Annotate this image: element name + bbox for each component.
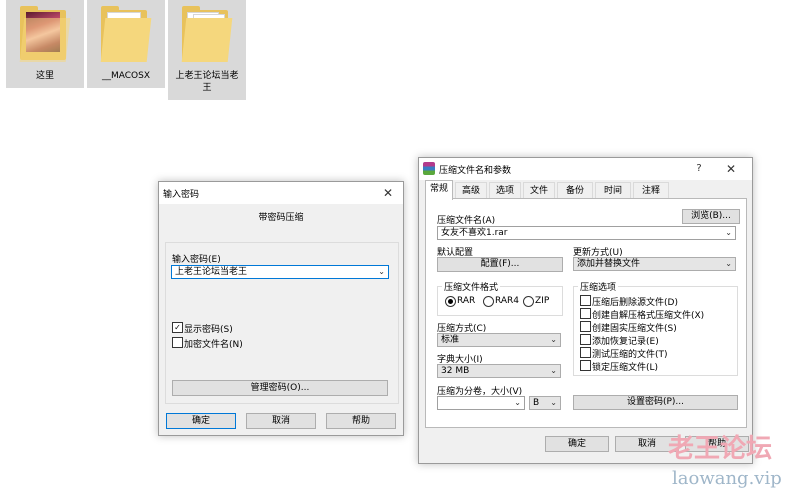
update-mode-select[interactable]: 添加并替换文件 ⌄ xyxy=(573,257,736,271)
option-label: 添加恢复记录(E) xyxy=(592,337,659,347)
option-checkbox[interactable] xyxy=(580,334,591,345)
option-label: 测试压缩的文件(T) xyxy=(592,350,668,360)
format-rar4-label: RAR4 xyxy=(495,296,520,306)
chevron-down-icon[interactable]: ⌄ xyxy=(514,397,521,409)
option-label: 锁定压缩文件(L) xyxy=(592,363,659,373)
format-zip-radio[interactable] xyxy=(523,296,534,307)
browse-button[interactable]: 浏览(B)... xyxy=(682,209,740,224)
option-label: 创建固实压缩文件(S) xyxy=(592,324,677,334)
profiles-button[interactable]: 配置(F)... xyxy=(437,257,563,272)
archive-name-value: 女友不喜欢1.rar xyxy=(441,228,508,238)
desktop-icon-laowang[interactable]: 上老王论坛当老王 xyxy=(168,0,246,100)
format-rar4-radio[interactable] xyxy=(483,296,494,307)
help-icon[interactable]: ? xyxy=(686,160,712,178)
dict-value: 32 MB xyxy=(441,366,470,376)
title-bar: 输入密码 ✕ xyxy=(159,182,403,204)
dict-select[interactable]: 32 MB ⌄ xyxy=(437,364,561,378)
method-select[interactable]: 标准 ⌄ xyxy=(437,333,561,347)
update-mode-value: 添加并替换文件 xyxy=(577,259,641,269)
split-unit-select[interactable]: B ⌄ xyxy=(529,396,561,410)
options-group-title: 压缩选项 xyxy=(578,280,619,293)
cancel-button[interactable]: 取消 xyxy=(246,413,316,429)
chevron-down-icon[interactable]: ⌄ xyxy=(550,334,557,346)
format-zip-label: ZIP xyxy=(535,296,550,306)
option-checkbox[interactable] xyxy=(580,321,591,332)
option-label: 创建自解压格式压缩文件(X) xyxy=(592,311,705,321)
option-checkbox[interactable] xyxy=(580,347,591,358)
password-input[interactable]: 上老王论坛当老王 ⌄ xyxy=(171,265,389,279)
show-password-checkbox[interactable]: ✓ xyxy=(172,322,183,333)
desktop-icon-label: 上老王论坛当老王 xyxy=(175,71,239,93)
option-label: 压缩后删除源文件(D) xyxy=(592,298,678,308)
split-size-input[interactable]: ⌄ xyxy=(437,396,525,410)
desktop-icon-macosx[interactable]: __MACOSX xyxy=(87,0,165,88)
format-rar-label: RAR xyxy=(457,296,476,306)
dialog-heading: 带密码压缩 xyxy=(258,213,304,223)
tab-time[interactable]: 时间 xyxy=(595,182,631,199)
tab-backup[interactable]: 备份 xyxy=(557,182,593,199)
option-checkbox[interactable] xyxy=(580,360,591,371)
dialog-title: 压缩文件名和参数 xyxy=(439,166,512,176)
photo-folder-icon xyxy=(19,4,71,62)
method-value: 标准 xyxy=(441,335,460,345)
chevron-down-icon[interactable]: ⌄ xyxy=(725,258,732,270)
winrar-icon xyxy=(423,162,435,175)
folder-icon xyxy=(100,4,152,62)
archive-name-label: 压缩文件名(A) xyxy=(437,216,496,226)
encrypt-names-label: 加密文件名(N) xyxy=(184,340,243,350)
manage-passwords-button[interactable]: 管理密码(O)... xyxy=(172,380,388,396)
set-password-button[interactable]: 设置密码(P)... xyxy=(573,395,738,410)
help-button[interactable]: 帮助 xyxy=(326,413,396,429)
watermark-title: 老王论坛 xyxy=(668,434,773,464)
password-label: 输入密码(E) xyxy=(172,255,221,265)
close-icon[interactable]: ✕ xyxy=(375,184,401,202)
chevron-down-icon[interactable]: ⌄ xyxy=(550,365,557,377)
password-dialog: 输入密码 ✕ 带密码压缩 输入密码(E) 上老王论坛当老王 ⌄ ✓ 显示密码(S… xyxy=(158,181,404,436)
title-bar: 压缩文件名和参数 ? ✕ xyxy=(419,158,752,180)
folder-icon xyxy=(181,4,233,62)
close-icon[interactable]: ✕ xyxy=(718,160,744,178)
archive-dialog: 压缩文件名和参数 ? ✕ 常规 高级 选项 文件 备份 时间 注释 压缩文件名(… xyxy=(418,157,753,464)
option-checkbox[interactable] xyxy=(580,295,591,306)
tab-options[interactable]: 选项 xyxy=(489,182,521,199)
desktop-icon-label: __MACOSX xyxy=(101,71,150,81)
option-checkbox[interactable] xyxy=(580,308,591,319)
chevron-down-icon[interactable]: ⌄ xyxy=(725,227,732,239)
watermark-url: laowang.vip xyxy=(672,468,782,489)
encrypt-names-checkbox[interactable] xyxy=(172,337,183,348)
tab-general[interactable]: 常规 xyxy=(425,180,453,200)
tab-comment[interactable]: 注释 xyxy=(633,182,669,199)
ok-button[interactable]: 确定 xyxy=(166,413,236,429)
tab-files[interactable]: 文件 xyxy=(523,182,555,199)
desktop-icon-zheli[interactable]: 这里 xyxy=(6,0,84,88)
split-unit-value: B xyxy=(533,398,540,408)
tab-page-general: 压缩文件名(A) 浏览(B)... 女友不喜欢1.rar ⌄ 默认配置 配置(F… xyxy=(425,198,747,428)
tab-advanced[interactable]: 高级 xyxy=(455,182,487,199)
archive-name-input[interactable]: 女友不喜欢1.rar ⌄ xyxy=(437,226,736,240)
format-group-title: 压缩文件格式 xyxy=(442,280,501,293)
chevron-down-icon[interactable]: ⌄ xyxy=(550,397,557,409)
dialog-title: 输入密码 xyxy=(163,190,200,200)
ok-button[interactable]: 确定 xyxy=(545,436,609,452)
chevron-down-icon[interactable]: ⌄ xyxy=(378,266,385,278)
desktop-icon-label: 这里 xyxy=(35,71,54,81)
show-password-label: 显示密码(S) xyxy=(184,325,233,335)
password-value: 上老王论坛当老王 xyxy=(175,267,248,277)
format-rar-radio[interactable] xyxy=(445,296,456,307)
